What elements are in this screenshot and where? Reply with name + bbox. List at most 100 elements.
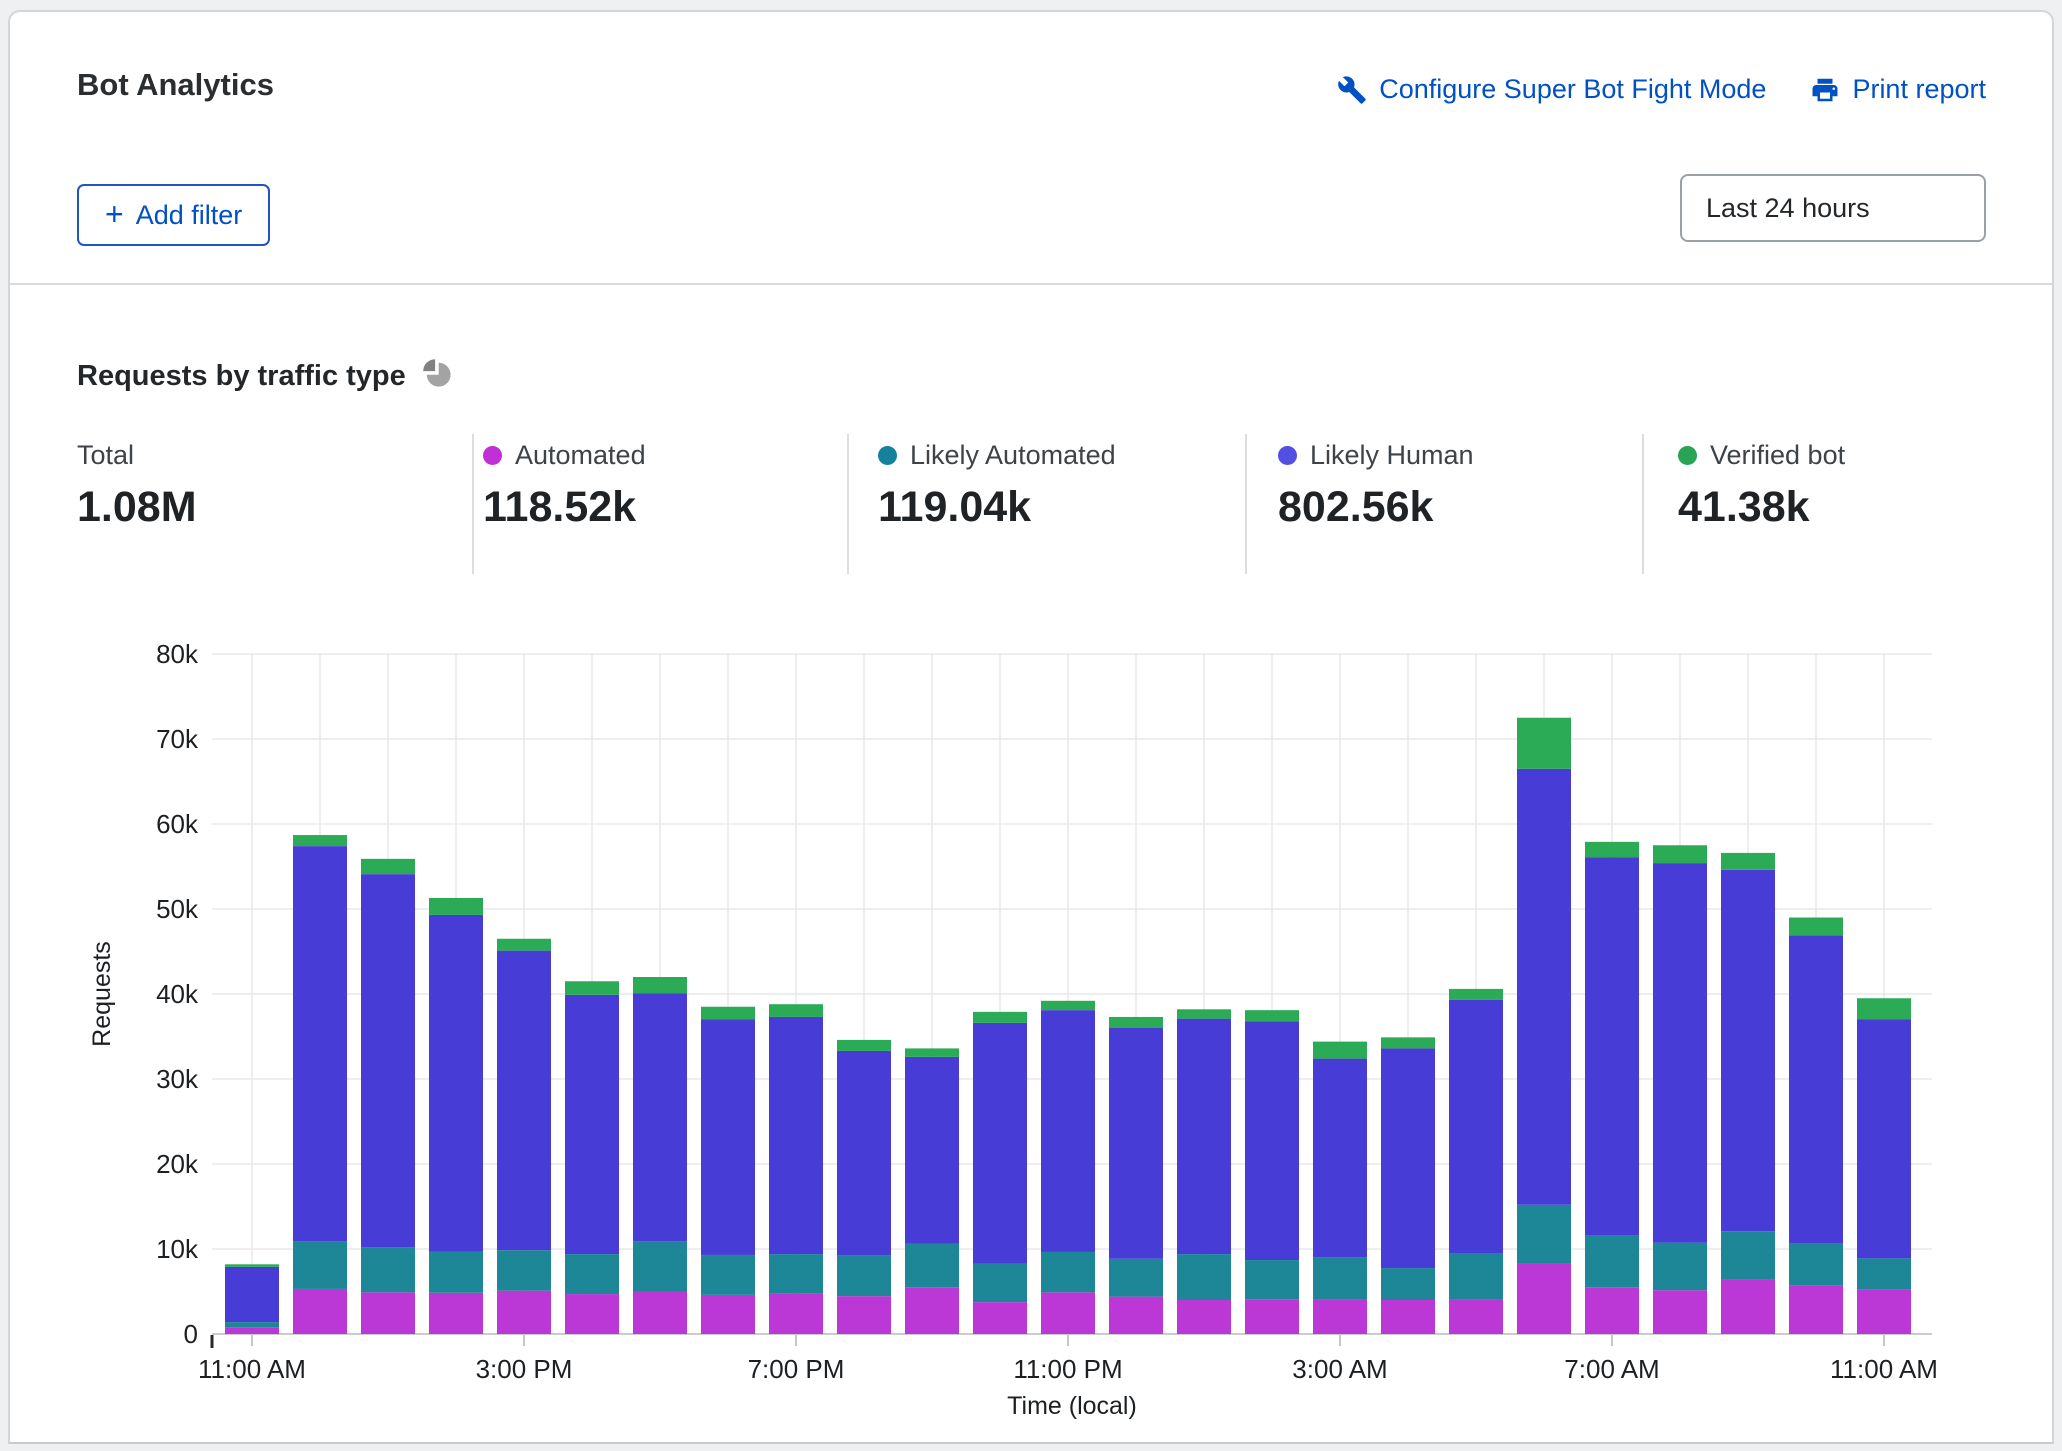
configure-link-label: Configure Super Bot Fight Mode	[1379, 74, 1766, 105]
y-axis-title: Requests	[88, 941, 116, 1047]
bar-segment	[565, 1254, 619, 1294]
bar-segment	[565, 981, 619, 995]
bar-segment	[1789, 1285, 1843, 1334]
y-tick-label: 40k	[156, 979, 199, 1009]
wrench-icon	[1337, 75, 1367, 105]
bar-segment	[1653, 1243, 1707, 1291]
bot-analytics-card: Bot Analytics Configure Super Bot Fight …	[8, 10, 2054, 1444]
timerange-dropdown[interactable]: Last 24 hours	[1680, 174, 1986, 242]
bar-segment	[293, 846, 347, 1241]
bar-segment	[769, 1294, 823, 1334]
bar-segment	[361, 874, 415, 1247]
bar-segment	[225, 1264, 279, 1267]
page-title: Bot Analytics	[77, 67, 274, 103]
stat-label: Total	[77, 440, 134, 471]
y-tick-label: 80k	[156, 639, 199, 669]
configure-super-bot-fight-mode-link[interactable]: Configure Super Bot Fight Mode	[1337, 74, 1766, 105]
bar-segment	[293, 1289, 347, 1334]
bar-segment	[361, 1292, 415, 1334]
bar-segment	[1721, 870, 1775, 1231]
bar-segment	[429, 898, 483, 915]
bar-segment	[973, 1012, 1027, 1023]
bar-segment	[1585, 1235, 1639, 1287]
bar-segment	[1857, 1290, 1911, 1334]
bar-segment	[1449, 1254, 1503, 1300]
y-tick-label: 30k	[156, 1064, 199, 1094]
stat-label: Likely Human	[1310, 440, 1474, 471]
x-tick-label: 11:00 AM	[1830, 1354, 1938, 1384]
bar-segment	[293, 835, 347, 846]
bar-segment	[1381, 1268, 1435, 1300]
bar-segment	[973, 1302, 1027, 1334]
timerange-value: Last 24 hours	[1706, 193, 1870, 224]
y-tick-label: 10k	[156, 1234, 199, 1264]
requests-chart: 010k20k30k40k50k60k70k80k11:00 AM3:00 PM…	[10, 482, 2056, 1446]
header-links: Configure Super Bot Fight Mode Print rep…	[1337, 74, 1986, 105]
bar-segment	[1041, 1010, 1095, 1252]
likely-human-dot-icon	[1278, 446, 1297, 465]
bar-segment	[1381, 1048, 1435, 1268]
automated-dot-icon	[483, 446, 502, 465]
bar-segment	[769, 1004, 823, 1017]
y-tick-label: 50k	[156, 894, 199, 924]
bar-segment	[1585, 857, 1639, 1235]
bar-segment	[1789, 1243, 1843, 1285]
bar-segment	[1449, 1300, 1503, 1334]
y-tick-label: 70k	[156, 724, 199, 754]
bar-segment	[1857, 1258, 1911, 1289]
bar-segment	[1381, 1300, 1435, 1334]
bar-segment	[1109, 1028, 1163, 1259]
bar-segment	[905, 1243, 959, 1287]
bar-segment	[293, 1241, 347, 1289]
bar-segment	[1857, 1020, 1911, 1259]
bar-segment	[429, 1293, 483, 1334]
bar-segment	[1109, 1297, 1163, 1334]
bar-segment	[837, 1296, 891, 1334]
bar-segment	[497, 951, 551, 1251]
bar-segment	[1313, 1300, 1367, 1334]
bar-segment	[973, 1023, 1027, 1264]
bar-segment	[1177, 1019, 1231, 1254]
bar-segment	[1585, 1287, 1639, 1334]
bar-segment	[1041, 1252, 1095, 1292]
bar-segment	[361, 1247, 415, 1292]
bar-segment	[1517, 718, 1571, 769]
y-tick-label: 20k	[156, 1149, 199, 1179]
bar-segment	[429, 915, 483, 1252]
bar-segment	[633, 1241, 687, 1291]
pie-chart-icon	[422, 358, 453, 394]
bar-segment	[1245, 1021, 1299, 1260]
print-report-link[interactable]: Print report	[1810, 74, 1986, 105]
bar-segment	[1245, 1260, 1299, 1299]
print-link-label: Print report	[1852, 74, 1986, 105]
bar-segment	[1245, 1299, 1299, 1334]
y-tick-label: 60k	[156, 809, 199, 839]
add-filter-button[interactable]: + Add filter	[77, 184, 270, 246]
bar-segment	[1517, 769, 1571, 1205]
traffic-chart-svg: 010k20k30k40k50k60k70k80k11:00 AM3:00 PM…	[10, 482, 2056, 1446]
bar-segment	[1721, 853, 1775, 870]
bar-segment	[497, 1250, 551, 1290]
bar-segment	[1449, 1000, 1503, 1254]
bar-segment	[1585, 842, 1639, 857]
bar-segment	[1109, 1259, 1163, 1297]
add-filter-label: Add filter	[136, 200, 243, 231]
bar-segment	[633, 993, 687, 1241]
bar-segment	[225, 1327, 279, 1334]
bar-segment	[1177, 1300, 1231, 1334]
y-tick-label: 0	[184, 1319, 198, 1349]
bar-segment	[701, 1007, 755, 1020]
bar-segment	[1857, 998, 1911, 1019]
bar-segment	[1653, 845, 1707, 863]
bar-segment	[769, 1017, 823, 1254]
verified-bot-dot-icon	[1678, 446, 1697, 465]
bar-segment	[633, 1292, 687, 1335]
bar-segment	[905, 1287, 959, 1334]
bar-segment	[565, 1294, 619, 1334]
bar-segment	[1381, 1037, 1435, 1048]
bar-segment	[701, 1020, 755, 1255]
bar-segment	[1041, 1292, 1095, 1334]
bar-segment	[1177, 1009, 1231, 1018]
section-title: Requests by traffic type	[77, 360, 406, 393]
bar-segment	[565, 995, 619, 1254]
